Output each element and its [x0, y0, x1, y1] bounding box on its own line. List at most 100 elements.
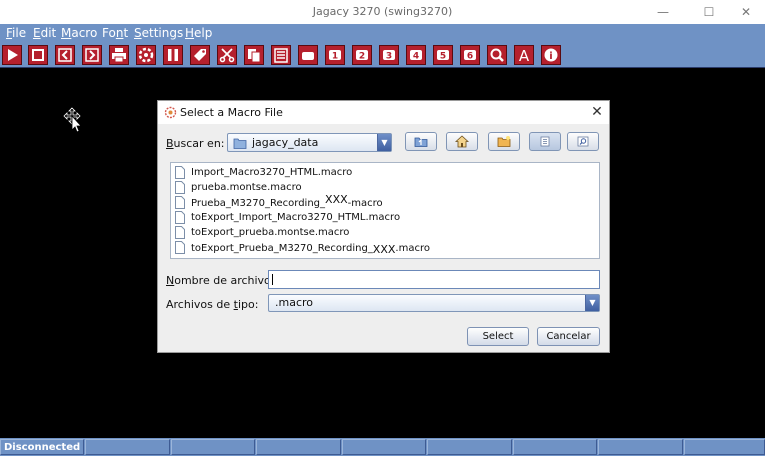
font-button[interactable]: A — [514, 45, 534, 65]
select-macro-dialog: Select a Macro File ✕ Buscar en: jagacy_… — [157, 100, 610, 353]
cancel-button[interactable]: Cancelar — [537, 327, 600, 346]
font-icon: A — [519, 47, 530, 64]
pf6-button[interactable]: 6 — [460, 45, 480, 65]
dialog-title-bar: Select a Macro File ✕ — [158, 101, 609, 124]
dialog-close-button[interactable]: ✕ — [588, 103, 606, 121]
title-bar: Jagacy 3270 (swing3270) — ☐ ✕ — [0, 0, 765, 24]
file-icon — [175, 196, 185, 209]
pause-button[interactable] — [163, 45, 183, 65]
menu-edit[interactable]: Edit — [33, 26, 56, 41]
pf2-button[interactable]: 2 — [352, 45, 372, 65]
menu-file[interactable]: File — [6, 26, 26, 41]
toolbar: 1 2 3 4 5 6 A i — [0, 43, 765, 68]
play-button[interactable] — [2, 45, 22, 65]
info-icon: i — [544, 48, 558, 62]
settings-icon — [138, 47, 154, 63]
status-panel — [85, 439, 170, 455]
pf1-button[interactable]: 1 — [325, 45, 345, 65]
pf4-icon: 4 — [410, 50, 422, 62]
file-icon — [175, 226, 185, 239]
home-icon — [455, 135, 469, 148]
menu-help[interactable]: Help — [185, 26, 212, 41]
java-logo-icon — [164, 106, 177, 119]
status-panel — [256, 439, 341, 455]
tag-icon — [194, 49, 206, 61]
status-bar: Disconnected — [0, 438, 765, 456]
status-panel — [427, 439, 512, 455]
list-view-button[interactable] — [529, 132, 561, 151]
svg-text:i: i — [549, 51, 552, 62]
file-icon — [175, 166, 185, 179]
look-in-value: jagacy_data — [252, 136, 319, 149]
details-view-button[interactable] — [567, 132, 599, 151]
status-panel — [342, 439, 426, 455]
search-button[interactable] — [487, 45, 507, 65]
search-icon — [490, 48, 504, 62]
pf2-icon: 2 — [356, 50, 368, 62]
clear-button[interactable] — [298, 45, 318, 65]
up-folder-button[interactable] — [405, 132, 437, 151]
settings-button[interactable] — [136, 45, 156, 65]
select-button[interactable]: Select — [467, 327, 529, 346]
new-folder-button[interactable] — [488, 132, 520, 151]
filename-input[interactable] — [268, 270, 600, 289]
filetype-combo[interactable]: .macro ▼ — [268, 294, 600, 312]
status-panel-connection: Disconnected — [0, 439, 84, 455]
svg-text:3: 3 — [386, 52, 392, 62]
pf4-button[interactable]: 4 — [406, 45, 426, 65]
menu-settings[interactable]: Settings — [134, 26, 183, 41]
dialog-title: Select a Macro File — [180, 106, 283, 119]
copy-button[interactable] — [244, 45, 264, 65]
cut-icon — [219, 48, 235, 63]
move-cursor-icon — [63, 107, 82, 133]
info-button[interactable]: i — [541, 45, 561, 65]
svg-text:2: 2 — [359, 52, 365, 62]
cut-button[interactable] — [217, 45, 237, 65]
copy-icon — [248, 49, 261, 63]
stop-button[interactable] — [28, 45, 48, 65]
file-icon — [175, 241, 185, 254]
stop-icon — [32, 49, 44, 61]
chevron-down-icon: ▼ — [585, 295, 599, 311]
list-view-icon — [540, 136, 550, 147]
pf3-button[interactable]: 3 — [379, 45, 399, 65]
back-button[interactable] — [55, 45, 75, 65]
pf1-icon: 1 — [329, 50, 341, 62]
status-panel — [513, 439, 597, 455]
svg-text:6: 6 — [467, 52, 473, 62]
pf6-icon: 6 — [464, 50, 476, 62]
svg-text:A: A — [519, 47, 530, 64]
menu-macro[interactable]: Macro — [61, 26, 97, 41]
up-folder-icon — [414, 137, 428, 147]
pf5-button[interactable]: 5 — [433, 45, 453, 65]
status-panel — [598, 439, 683, 455]
print-icon — [112, 48, 126, 63]
menu-bar: File Edit Macro Font Settings Help — [0, 24, 765, 43]
details-view-icon — [577, 136, 589, 147]
paste-icon — [274, 48, 288, 63]
filetype-value: .macro — [275, 296, 314, 309]
chevron-down-icon: ▼ — [377, 134, 391, 151]
text-caret — [272, 274, 273, 285]
tag-button[interactable] — [190, 45, 210, 65]
status-panel — [684, 439, 765, 455]
filetype-label: Archivos de tipo: — [166, 298, 259, 311]
file-icon — [175, 181, 185, 194]
file-icon — [175, 211, 185, 224]
status-panel — [171, 439, 255, 455]
forward-button[interactable] — [82, 45, 102, 65]
close-window-button[interactable]: ✕ — [723, 0, 765, 24]
paste-button[interactable] — [271, 45, 291, 65]
print-button[interactable] — [109, 45, 129, 65]
svg-text:1: 1 — [332, 52, 338, 62]
menu-font[interactable]: Font — [102, 26, 128, 41]
pf3-icon: 3 — [383, 50, 395, 62]
file-list[interactable]: Import_Macro3270_HTML.macro prueba.monts… — [170, 162, 600, 259]
pf5-icon: 5 — [437, 50, 449, 62]
look-in-combo[interactable]: jagacy_data ▼ — [227, 133, 392, 152]
home-button[interactable] — [446, 132, 478, 151]
pause-icon — [168, 49, 178, 61]
minimize-button[interactable]: — — [640, 0, 686, 24]
back-icon — [58, 48, 72, 62]
svg-text:4: 4 — [413, 52, 419, 62]
